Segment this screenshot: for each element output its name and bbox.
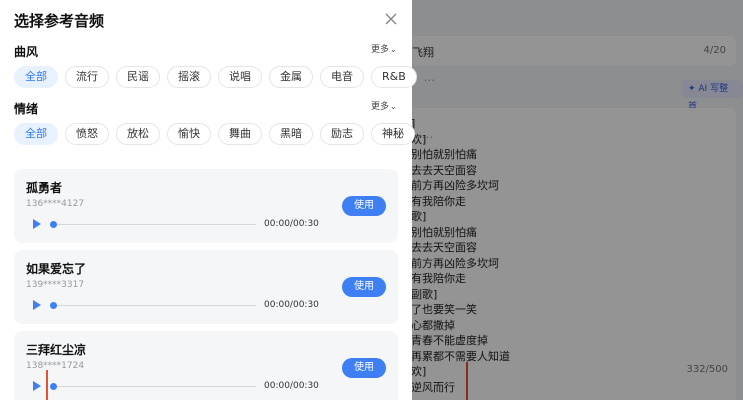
play-icon[interactable] [33, 219, 41, 229]
track-card: 孤勇者 136****4127 使用 00:00/00:30 [14, 169, 398, 243]
genre-more-label: 更多 [371, 45, 390, 55]
progress-knob[interactable] [50, 302, 57, 309]
close-icon[interactable] [382, 10, 400, 28]
mood-overflow-ellipsis[interactable]: … [422, 128, 433, 141]
annotation-cursor-line [46, 370, 48, 400]
mood-chip[interactable]: 励志 [320, 123, 364, 145]
mood-chip[interactable]: 舞曲 [218, 123, 262, 145]
mood-chip[interactable]: 愤怒 [65, 123, 109, 145]
playback-time: 00:00/00:30 [264, 381, 319, 391]
track-card: 如果爱忘了 139****3317 使用 00:00/00:30 [14, 250, 398, 324]
progress-knob[interactable] [50, 383, 57, 390]
track-uploader-phone: 138****1724 [26, 361, 85, 371]
track-uploader-phone: 139****3317 [26, 280, 85, 290]
mood-label: 情绪 [14, 102, 39, 116]
genre-overflow-ellipsis[interactable]: … [424, 71, 435, 84]
chevron-down-icon: ⌄ [390, 45, 397, 54]
mood-more-label: 更多 [371, 102, 390, 112]
genre-chip[interactable]: 流行 [65, 66, 109, 88]
use-button[interactable]: 使用 [342, 196, 386, 216]
genre-label: 曲风 [14, 45, 39, 59]
progress-track[interactable] [52, 305, 256, 306]
reference-audio-panel: 选择参考音频 曲风 更多⌄ 全部 流行 民谣 摇滚 说唱 金属 电音 R&B… 情绪 更多⌄ … [0, 0, 435, 400]
mood-chip[interactable]: 愉快 [167, 123, 211, 145]
mood-chip[interactable]: 放松 [116, 123, 160, 145]
mood-chip[interactable]: 全部 [14, 123, 58, 145]
mood-more-button[interactable]: 更多⌄ [371, 99, 397, 112]
play-icon[interactable] [33, 381, 41, 391]
genre-chip[interactable]: R&B [371, 66, 417, 88]
panel-title: 选择参考音频 [14, 12, 105, 30]
genre-chip[interactable]: 金属 [269, 66, 313, 88]
progress-knob[interactable] [50, 221, 57, 228]
mood-chip[interactable]: 黑暗 [269, 123, 313, 145]
use-button[interactable]: 使用 [342, 277, 386, 297]
playback-time: 00:00/00:30 [264, 300, 319, 310]
mood-chip[interactable]: 神秘 [371, 123, 415, 145]
track-title: 三拜红尘凉 [26, 343, 87, 357]
track-title: 孤勇者 [26, 181, 63, 195]
genre-more-button[interactable]: 更多⌄ [371, 42, 397, 55]
genre-chip[interactable]: 说唱 [218, 66, 262, 88]
genre-chip[interactable]: 摇滚 [167, 66, 211, 88]
track-card: 三拜红尘凉 138****1724 使用 00:00/00:30 [14, 331, 398, 400]
mood-filter-chips: 全部 愤怒 放松 愉快 舞曲 黑暗 励志 神秘 … [14, 123, 433, 145]
track-title: 如果爱忘了 [26, 262, 87, 276]
play-icon[interactable] [33, 300, 41, 310]
use-button[interactable]: 使用 [342, 358, 386, 378]
genre-chip[interactable]: 电音 [320, 66, 364, 88]
genre-chip[interactable]: 民谣 [116, 66, 160, 88]
genre-filter-chips: 全部 流行 民谣 摇滚 说唱 金属 电音 R&B … [14, 66, 435, 88]
progress-track[interactable] [52, 386, 256, 387]
track-uploader-phone: 136****4127 [26, 199, 85, 209]
playback-time: 00:00/00:30 [264, 219, 319, 229]
chevron-down-icon: ⌄ [390, 102, 397, 111]
progress-track[interactable] [52, 224, 256, 225]
genre-chip[interactable]: 全部 [14, 66, 58, 88]
